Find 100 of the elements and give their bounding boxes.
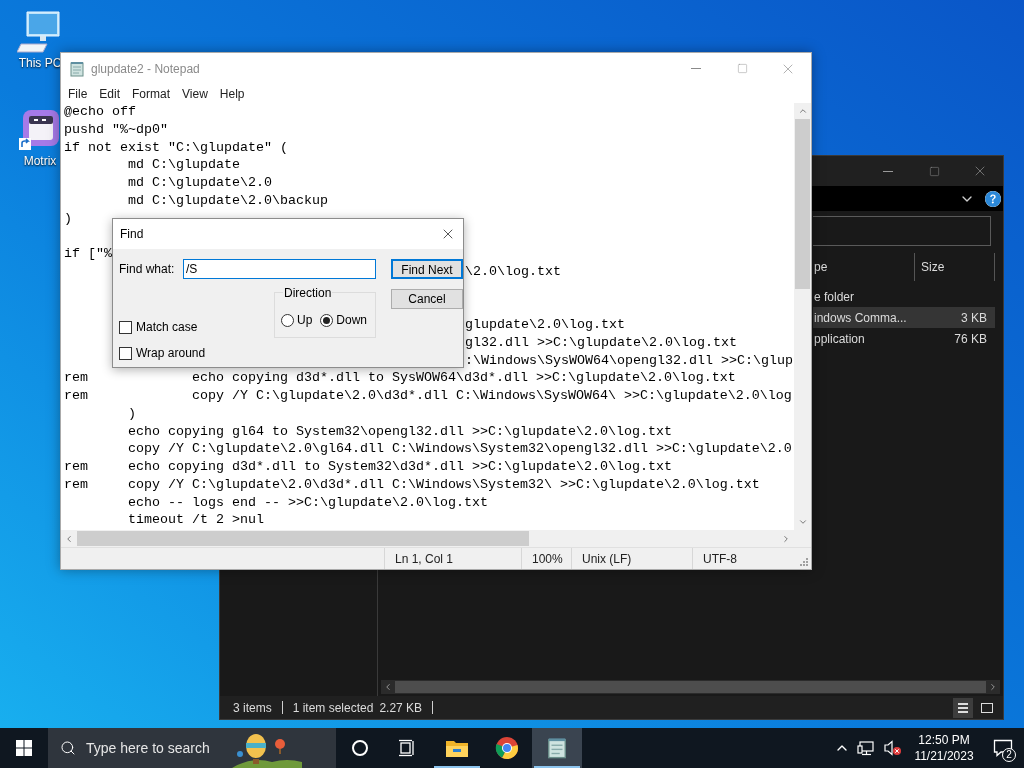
minimize-icon	[883, 170, 893, 172]
minimize-icon	[691, 68, 701, 69]
code-line: if ["%	[64, 246, 112, 261]
item-count: 3 items	[233, 699, 272, 717]
selection-size: 2.27 KB	[379, 699, 423, 717]
scrollbar-thumb[interactable]	[395, 681, 986, 693]
code-line: glupdate\2.0\log.txt	[465, 317, 625, 332]
scrollbar-thumb[interactable]	[77, 531, 529, 546]
windows-icon	[16, 740, 32, 756]
column-header[interactable]: Size	[921, 258, 945, 276]
search-placeholder: Type here to search	[86, 738, 210, 758]
code-line: )	[64, 210, 72, 226]
file-size: 76 KB	[953, 330, 987, 348]
code-line: rem echo copying d3d*.dll to System32\d3d*.dll >>C:\glupdate\2.0\log.txt	[64, 459, 672, 474]
taskbar-app[interactable]	[532, 728, 582, 768]
status-bar-field: UTF-8	[692, 548, 797, 569]
message-icon	[993, 739, 1013, 757]
code-line: )	[127, 405, 136, 421]
menu-item[interactable]: Help	[213, 84, 251, 103]
notepad-icon	[546, 737, 568, 759]
file-type: e folder	[813, 288, 856, 306]
hot-air-balloon-drawing	[231, 732, 302, 768]
search-box[interactable]: Type here to search	[48, 728, 336, 768]
code-line: md C:\glupdate\2.0	[127, 175, 272, 190]
code-line: @echo off	[64, 104, 136, 119]
code-line: if not exist "C:\glupdate" (	[64, 139, 288, 155]
window-title: glupdate2 - Notepad	[91, 60, 201, 78]
code-line: pushd "%~dp0"	[64, 121, 168, 137]
desktop-icon-label[interactable]: This PC	[18, 56, 62, 70]
dialog-button[interactable]: Find Next	[391, 259, 463, 279]
code-line: echo copying gl64 to System32\opengl32.dll >>C:\glupdate\2.0\log.txt	[127, 423, 672, 439]
chrome-icon	[495, 736, 519, 760]
vertical-scrollbar[interactable]	[794, 103, 811, 530]
code-line: \2.0\log.txt	[465, 263, 561, 279]
file-size: 3 KB	[960, 309, 987, 327]
checkbox[interactable]	[119, 346, 132, 360]
scroll-right-icon[interactable]	[781, 533, 791, 544]
scroll-left-icon[interactable]	[64, 533, 74, 544]
clock-time: 12:50 PM	[918, 732, 970, 748]
status-bar-field: Unix (LF)	[571, 548, 692, 569]
search-icon	[60, 740, 76, 756]
menu-item[interactable]: Format	[126, 84, 177, 103]
code-line: :\Windows\SysWOW64\opengl32.dll >>C:\glup	[465, 352, 793, 368]
notepad-icon	[69, 60, 85, 77]
file-row[interactable]: e folder	[813, 286, 995, 307]
dialog-title: Find	[120, 226, 145, 243]
desktop-icon-label[interactable]: Motrix	[23, 154, 57, 168]
computer-icon[interactable]	[17, 10, 63, 54]
find-what-label: Find what:	[119, 261, 176, 278]
code-line: rem copy /Y C:\glupdate\2.0\d3d*.dll C:\Windows\System32\ >>C:\glupdate\2.0\log.txt	[64, 476, 760, 492]
menu-item[interactable]: View	[176, 84, 214, 103]
notification-count: 2	[1002, 748, 1016, 762]
code-line: copy /Y C:\glupdate\2.0\gl64.dll C:\Windows\System32\opengl32.dll >>C:\glupdate\2.0	[127, 441, 792, 457]
checkbox-label[interactable]: Match case	[136, 318, 198, 336]
code-line: echo -- logs end -- >>C:\glupdate\2.0\log.txt	[127, 494, 488, 510]
help-icon[interactable]	[985, 190, 1001, 207]
radio-button[interactable]	[281, 313, 294, 327]
resize-grip-icon[interactable]	[797, 555, 809, 567]
scroll-down-icon[interactable]	[797, 517, 808, 527]
details-view-icon[interactable]	[953, 697, 973, 718]
scroll-left-icon[interactable]	[383, 682, 393, 692]
clock[interactable]: 12:50 PM 11/21/2023	[906, 732, 982, 764]
checkbox-label[interactable]: Wrap around	[136, 344, 206, 362]
code-line: timeout /t 2 >nul	[127, 512, 264, 528]
code-line: rem copy /Y C:\glupdate\2.0\d3d*.dll C:\Windows\SysWOW64\ >>C:\glupdate\2.0\log	[64, 388, 792, 403]
scroll-up-icon[interactable]	[797, 106, 808, 116]
folder-icon	[445, 738, 469, 758]
selection-info: 1 item selected	[292, 699, 374, 717]
column-header[interactable]: pe	[814, 258, 828, 276]
horizontal-scrollbar[interactable]	[61, 530, 794, 547]
find-what-field[interactable]: /S	[183, 259, 376, 279]
code-line: md C:\glupdate\2.0\backup	[127, 192, 328, 208]
menu-item[interactable]: File	[62, 84, 94, 103]
file-type: pplication	[813, 330, 866, 348]
menu-item[interactable]: Edit	[93, 84, 127, 103]
muted-volume-icon[interactable]	[883, 740, 903, 756]
maximize-icon	[928, 165, 940, 177]
status-bar-field: 100%	[521, 548, 571, 569]
circle-icon	[351, 739, 369, 757]
scrollbar-thumb[interactable]	[795, 119, 810, 289]
clock-date: 11/21/2023	[914, 748, 974, 764]
code-line: rem echo copying d3d*.dll to SysWOW64\d3d*.dll >>C:\glupdate\2.0\log.txt	[64, 370, 736, 386]
file-row[interactable]: indows Comma... 3 KB	[813, 307, 995, 328]
file-row[interactable]: pplication 76 KB	[813, 328, 995, 349]
radio-label[interactable]: Up	[297, 311, 313, 329]
app-shortcut-icon[interactable]	[19, 108, 61, 152]
maximize-icon	[736, 63, 748, 74]
checkbox[interactable]	[119, 320, 132, 334]
file-type: indows Comma...	[813, 309, 908, 327]
code-line: md C:\glupdate	[127, 157, 240, 173]
dialog-button[interactable]: Cancel	[391, 289, 463, 309]
radio-label[interactable]: Down	[336, 311, 368, 329]
horizontal-scrollbar[interactable]	[381, 680, 1000, 694]
status-bar-field: Ln 1, Col 1	[384, 548, 521, 569]
scroll-right-icon[interactable]	[988, 682, 998, 692]
network-icon[interactable]	[857, 740, 877, 756]
notification-button[interactable]: 2	[982, 728, 1024, 768]
radio-button[interactable]	[320, 313, 334, 327]
address-field[interactable]	[813, 216, 991, 246]
code-line: gl32.dll >>C:\glupdate\2.0\log.txt	[465, 334, 737, 350]
